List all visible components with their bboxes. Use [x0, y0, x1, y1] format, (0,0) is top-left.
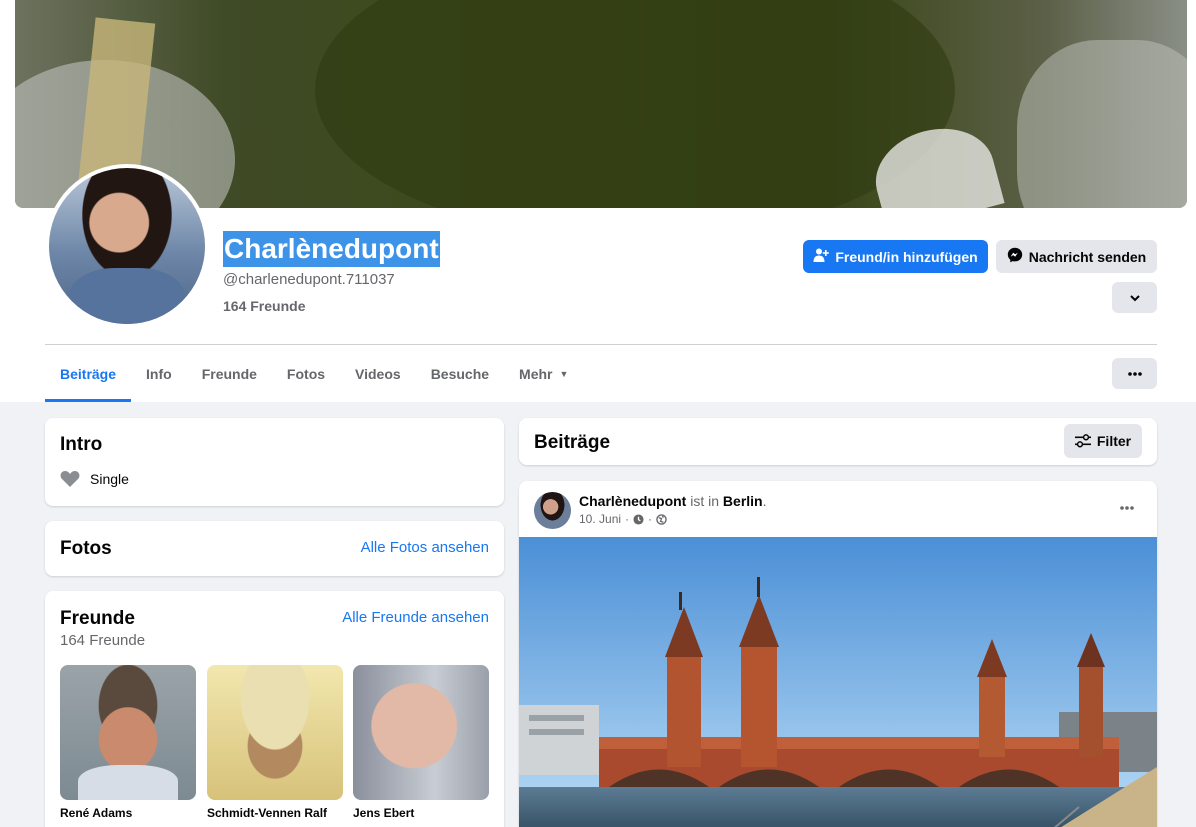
filter-label: Filter [1096, 433, 1132, 449]
post-header: Charlènedupont ist in Berlin. [579, 493, 767, 509]
friends-card: Freunde Alle Freunde ansehen 164 Freunde… [45, 591, 504, 827]
friends-count: 164 Freunde [60, 632, 146, 649]
relationship-status: Single [90, 471, 129, 487]
heart-icon [60, 471, 80, 487]
filter-button[interactable]: Filter [1064, 424, 1142, 458]
profile-handle: @charlenedupont.711037 [223, 271, 395, 288]
friend-name[interactable]: René Adams [60, 806, 196, 820]
friend-photo[interactable] [207, 665, 343, 800]
send-message-label: Nachricht senden [1028, 248, 1147, 265]
all-photos-link[interactable]: Alle Fotos ansehen [361, 539, 489, 556]
photos-card: Fotos Alle Fotos ansehen [45, 521, 504, 576]
tab-besuche[interactable]: Besuche [416, 345, 504, 402]
post-meta: 10. Juni · · [579, 512, 667, 526]
intro-card: Intro Single [45, 418, 504, 506]
caret-down-icon: ▼ [559, 368, 569, 379]
profile-name: Charlènedupont [223, 231, 440, 267]
profile-avatar[interactable] [49, 168, 205, 324]
post-place[interactable]: Berlin [723, 493, 763, 509]
friend-photo[interactable] [353, 665, 489, 800]
tab-info[interactable]: Info [131, 345, 187, 402]
add-friend-label: Freund/in hinzufügen [835, 248, 978, 265]
tab-mehr-label: Mehr [519, 365, 553, 382]
profile-tabs: Beiträge Info Freunde Fotos Videos Besuc… [45, 345, 583, 402]
profile-friends-count[interactable]: 164 Freunde [223, 298, 305, 314]
post-photo-bridge[interactable] [519, 537, 1157, 827]
tab-fotos[interactable]: Fotos [272, 345, 340, 402]
meta-separator: · [648, 512, 653, 526]
filter-sliders-icon [1074, 434, 1091, 448]
posts-header-card: Beiträge Filter [519, 418, 1157, 465]
more-options-dropdown[interactable] [1112, 282, 1157, 313]
friend-tile[interactable]: Schmidt-Vennen Ralf [207, 665, 343, 820]
chevron-down-icon [1129, 294, 1140, 301]
intro-relationship: Single [60, 470, 129, 488]
clock-icon [633, 513, 644, 525]
friend-tile[interactable]: Jens Ebert [353, 665, 489, 820]
tab-mehr[interactable]: Mehr ▼ [504, 345, 583, 402]
meta-separator: · [625, 512, 630, 526]
post-is-in: ist in [690, 493, 720, 509]
tab-beitraege[interactable]: Beiträge [45, 345, 132, 402]
friends-title: Freunde [60, 608, 135, 629]
more-dots-icon [1127, 371, 1142, 376]
more-dots-icon [1120, 506, 1134, 510]
friend-name[interactable]: Schmidt-Vennen Ralf [207, 806, 343, 820]
post-card: Charlènedupont ist in Berlin. 10. Juni ·… [519, 481, 1157, 827]
add-friend-button[interactable]: Freund/in hinzufügen [803, 240, 988, 273]
cover-photo[interactable] [15, 0, 1187, 208]
post-options-button[interactable] [1119, 495, 1135, 516]
post-date[interactable]: 10. Juni [579, 512, 621, 526]
messenger-icon [1007, 247, 1023, 266]
post-period: . [762, 493, 767, 509]
friend-tile[interactable]: René Adams [60, 665, 196, 820]
add-friend-icon [813, 247, 830, 266]
send-message-button[interactable]: Nachricht senden [996, 240, 1157, 273]
intro-title: Intro [60, 434, 103, 455]
globe-icon [656, 513, 667, 525]
tab-videos[interactable]: Videos [340, 345, 416, 402]
tab-freunde[interactable]: Freunde [187, 345, 272, 402]
friend-photo[interactable] [60, 665, 196, 800]
post-author[interactable]: Charlènedupont [579, 493, 686, 509]
all-friends-link[interactable]: Alle Freunde ansehen [342, 609, 489, 626]
post-author-avatar[interactable] [534, 492, 571, 529]
photos-title: Fotos [60, 538, 112, 559]
profile-more-button[interactable] [1112, 358, 1157, 389]
posts-title: Beiträge [534, 432, 611, 453]
friend-name[interactable]: Jens Ebert [353, 806, 489, 820]
